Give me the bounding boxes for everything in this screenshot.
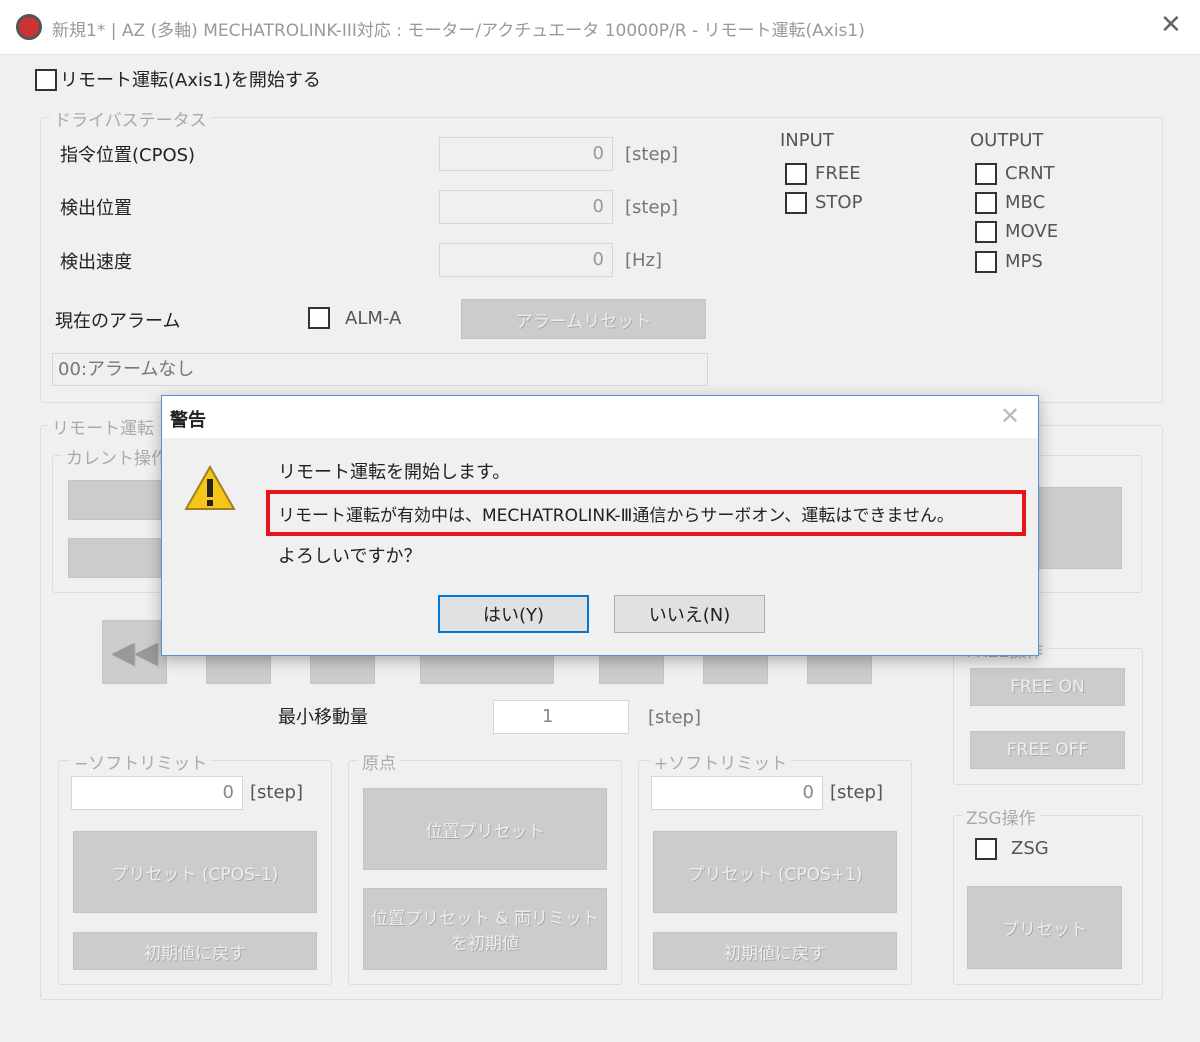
- cpos-label: 指令位置(CPOS): [60, 145, 196, 166]
- input-label: INPUT: [780, 130, 834, 151]
- current-op-button-2[interactable]: [68, 538, 168, 578]
- output-mbc-checkbox: [975, 192, 997, 214]
- remote-start-checkbox[interactable]: [35, 69, 57, 91]
- dialog-line2: リモート運転が有効中は、MECHATROLINK-Ⅲ通信からサーボオン、運転はで…: [278, 506, 954, 526]
- origin-legend: 原点: [358, 749, 400, 774]
- dialog-title: 警告: [170, 410, 206, 431]
- input-stop-label: STOP: [815, 192, 863, 213]
- zsg-checkbox[interactable]: [975, 838, 997, 860]
- position-preset-button[interactable]: 位置プリセット: [363, 788, 607, 870]
- remote-legend: リモート運転: [48, 414, 158, 439]
- minus-limit-reset-button[interactable]: 初期値に戻す: [73, 932, 317, 970]
- remote-start-label: リモート運転(Axis1)を開始する: [60, 70, 321, 91]
- plus-limit-legend: +ソフトリミット: [650, 749, 792, 774]
- plus-limit-unit: [step]: [830, 782, 883, 803]
- output-mps-checkbox: [975, 251, 997, 273]
- zsg-preset-button[interactable]: プリセット: [967, 886, 1122, 969]
- warning-icon: [184, 464, 236, 510]
- input-stop-checkbox: [785, 192, 807, 214]
- detected-position-label: 検出位置: [60, 198, 132, 219]
- alm-a-checkbox: [308, 307, 330, 329]
- close-button[interactable]: ✕: [1160, 10, 1182, 40]
- output-label: OUTPUT: [970, 130, 1044, 151]
- free-off-button[interactable]: FREE OFF: [970, 731, 1125, 769]
- free-on-button[interactable]: FREE ON: [970, 668, 1125, 706]
- current-op-legend: カレント操作: [62, 444, 172, 469]
- position-preset-limits-button[interactable]: 位置プリセット & 両リミットを初期値: [363, 888, 607, 970]
- driver-status-legend: ドライバステータス: [50, 106, 211, 131]
- min-move-spinner[interactable]: 1: [493, 700, 629, 734]
- warning-dialog: 警告 ✕ リモート運転を開始します。 リモート運転が有効中は、MECHATROL…: [161, 395, 1039, 656]
- cpos-unit: [step]: [625, 144, 678, 165]
- detected-speed-unit: [Hz]: [625, 250, 663, 271]
- no-button[interactable]: いいえ(N): [614, 595, 765, 633]
- output-crnt-checkbox: [975, 163, 997, 185]
- fast-reverse-button[interactable]: ◀◀: [102, 620, 167, 684]
- current-op-button-1[interactable]: [68, 480, 168, 520]
- min-move-label: 最小移動量: [278, 707, 368, 728]
- minus-limit-unit: [step]: [250, 782, 303, 803]
- input-free-label: FREE: [815, 163, 861, 184]
- minus-limit-legend: −ソフトリミット: [70, 749, 212, 774]
- cpos-value: 0: [439, 137, 613, 171]
- plus-limit-reset-button[interactable]: 初期値に戻す: [653, 932, 897, 970]
- minus-limit-value[interactable]: 0: [71, 776, 243, 810]
- output-crnt-label: CRNT: [1005, 163, 1055, 184]
- dialog-title-bar: [162, 396, 1038, 438]
- zsg-label: ZSG: [1011, 838, 1049, 859]
- dialog-close-button[interactable]: ✕: [1000, 402, 1020, 430]
- yes-button[interactable]: はい(Y): [438, 595, 589, 633]
- alm-a-label: ALM-A: [345, 308, 402, 329]
- plus-limit-preset-button[interactable]: プリセット (CPOS+1): [653, 831, 897, 913]
- fast-reverse-icon: ◀◀: [111, 634, 158, 670]
- detected-speed-value: 0: [439, 243, 613, 277]
- zsg-legend: ZSG操作: [962, 804, 1040, 829]
- output-mps-label: MPS: [1005, 251, 1043, 272]
- current-alarm-label: 現在のアラーム: [55, 311, 181, 332]
- alarm-reset-button[interactable]: アラームリセット: [461, 299, 706, 339]
- detected-position-unit: [step]: [625, 197, 678, 218]
- dialog-line3: よろしいですか？: [278, 546, 422, 567]
- title-bar: 新規1* | AZ (多軸) MECHATROLINK-III対応 : モーター…: [0, 0, 1200, 55]
- output-move-label: MOVE: [1005, 221, 1059, 242]
- output-move-checkbox: [975, 221, 997, 243]
- plus-limit-value[interactable]: 0: [651, 776, 823, 810]
- output-mbc-label: MBC: [1005, 192, 1046, 213]
- app-icon: [16, 14, 42, 40]
- minus-limit-preset-button[interactable]: プリセット (CPOS-1): [73, 831, 317, 913]
- detected-position-value: 0: [439, 190, 613, 224]
- alarm-text: 00:アラームなし: [52, 353, 708, 386]
- input-free-checkbox: [785, 163, 807, 185]
- detected-speed-label: 検出速度: [60, 252, 132, 273]
- window-title: 新規1* | AZ (多軸) MECHATROLINK-III対応 : モーター…: [52, 21, 865, 41]
- dialog-line1: リモート運転を開始します。: [278, 462, 511, 483]
- min-move-unit: [step]: [648, 707, 701, 728]
